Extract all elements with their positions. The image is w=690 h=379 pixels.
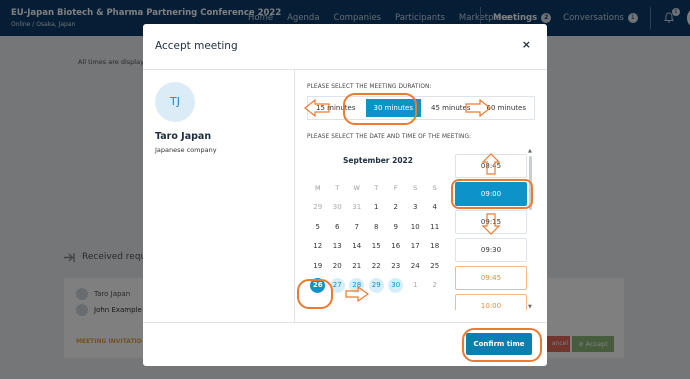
calendar-day: 1 xyxy=(413,281,418,290)
calendar-day: 3 xyxy=(413,203,418,212)
day-number: 27 xyxy=(329,277,345,293)
calendar-day: 20 xyxy=(332,261,342,270)
calendar: M T W T F S S 29 30 31 1 2 3 4 5 6 7 8 9… xyxy=(308,178,448,295)
duration-option-60[interactable]: 60 minutes xyxy=(479,97,535,119)
calendar-day: 17 xyxy=(410,242,420,251)
calendar-day: 2 xyxy=(393,203,398,212)
modal-title: Accept meeting xyxy=(155,40,238,52)
time-slot[interactable]: 10:00 xyxy=(455,294,527,310)
calendar-day: 14 xyxy=(352,242,362,251)
calendar-day: 16 xyxy=(391,242,401,251)
time-slot[interactable]: 09:45 xyxy=(455,266,527,290)
duration-label: PLEASE SELECT THE MEETING DURATION: xyxy=(307,84,432,90)
day-number: 30 xyxy=(388,277,404,293)
close-icon[interactable]: × xyxy=(522,38,531,51)
calendar-day: 23 xyxy=(391,261,401,270)
calendar-day-selected[interactable]: 26 xyxy=(308,277,328,293)
duration-option-45[interactable]: 45 minutes xyxy=(423,97,479,119)
week-row: 12 13 14 15 16 17 18 xyxy=(308,237,448,257)
calendar-day: 21 xyxy=(352,261,362,270)
calendar-day-available[interactable]: 30 xyxy=(386,277,406,293)
weekday: W xyxy=(353,183,360,192)
calendar-day: 9 xyxy=(393,222,398,231)
accept-meeting-modal: Accept meeting × TJ Taro Japan Japanese … xyxy=(143,24,547,366)
weekday: T xyxy=(335,183,340,192)
duration-selector: 15 minutes 30 minutes 45 minutes 60 minu… xyxy=(307,96,535,120)
participant-panel: TJ Taro Japan Japanese company xyxy=(143,70,295,322)
calendar-day: 12 xyxy=(313,242,323,251)
week-row: 29 30 31 1 2 3 4 xyxy=(308,198,448,218)
calendar-day: 29 xyxy=(313,203,323,212)
time-slot[interactable]: 09:15 xyxy=(455,210,527,234)
time-slot-selected[interactable]: 09:00 xyxy=(455,182,527,206)
calendar-day: 4 xyxy=(432,203,437,212)
calendar-day-available[interactable]: 27 xyxy=(328,277,348,293)
duration-option-15[interactable]: 15 minutes xyxy=(308,97,364,119)
calendar-day-available[interactable]: 29 xyxy=(367,277,387,293)
calendar-day: 25 xyxy=(430,261,440,270)
day-number: 26 xyxy=(310,277,326,293)
calendar-day: 31 xyxy=(352,203,362,212)
scroll-up-icon[interactable]: ▲ xyxy=(528,148,532,154)
week-row: 5 6 7 8 9 10 11 xyxy=(308,217,448,237)
datetime-label: PLEASE SELECT THE DATE AND TIME OF THE M… xyxy=(307,134,472,140)
weekday: T xyxy=(374,183,379,192)
calendar-day: 10 xyxy=(410,222,420,231)
weekday: M xyxy=(314,183,321,192)
calendar-day: 5 xyxy=(315,222,320,231)
calendar-day: 13 xyxy=(332,242,342,251)
calendar-day: 6 xyxy=(335,222,340,231)
calendar-day: 18 xyxy=(430,242,440,251)
confirm-time-button[interactable]: Confirm time xyxy=(466,333,532,355)
weekday: S xyxy=(432,183,437,192)
time-slot[interactable]: 08:45 xyxy=(455,154,527,178)
scroll-down-icon[interactable]: ▼ xyxy=(528,304,532,310)
participant-name[interactable]: Taro Japan xyxy=(155,131,211,142)
participant-company: Japanese company xyxy=(155,146,217,154)
weekday: S xyxy=(413,183,418,192)
calendar-day: 11 xyxy=(430,222,440,231)
scrollbar-thumb[interactable] xyxy=(529,156,532,210)
time-slot-scrollbar[interactable]: ▲ ▼ xyxy=(528,148,533,310)
calendar-day: 8 xyxy=(374,222,379,231)
calendar-day: 19 xyxy=(313,261,323,270)
calendar-day: 24 xyxy=(410,261,420,270)
calendar-day: 1 xyxy=(374,203,379,212)
day-number: 29 xyxy=(368,277,384,293)
weekday: F xyxy=(393,183,398,192)
day-number: 28 xyxy=(349,277,365,293)
week-row: 19 20 21 22 23 24 25 xyxy=(308,256,448,276)
week-row: 26 27 28 29 30 1 2 xyxy=(308,276,448,296)
calendar-day: 30 xyxy=(332,203,342,212)
calendar-day: 15 xyxy=(371,242,381,251)
calendar-day: 22 xyxy=(371,261,381,270)
calendar-day-available[interactable]: 28 xyxy=(347,277,367,293)
weekday-row: M T W T F S S xyxy=(308,178,448,198)
calendar-month: September 2022 xyxy=(343,156,413,165)
calendar-day: 2 xyxy=(432,281,437,290)
time-slot-list[interactable]: 08:45 09:00 09:15 09:30 09:45 10:00 xyxy=(455,152,531,310)
avatar: TJ xyxy=(155,82,195,122)
calendar-day: 7 xyxy=(354,222,359,231)
time-slot[interactable]: 09:30 xyxy=(455,238,527,262)
duration-option-30[interactable]: 30 minutes xyxy=(365,99,421,117)
modal-header: Accept meeting × xyxy=(143,24,547,70)
